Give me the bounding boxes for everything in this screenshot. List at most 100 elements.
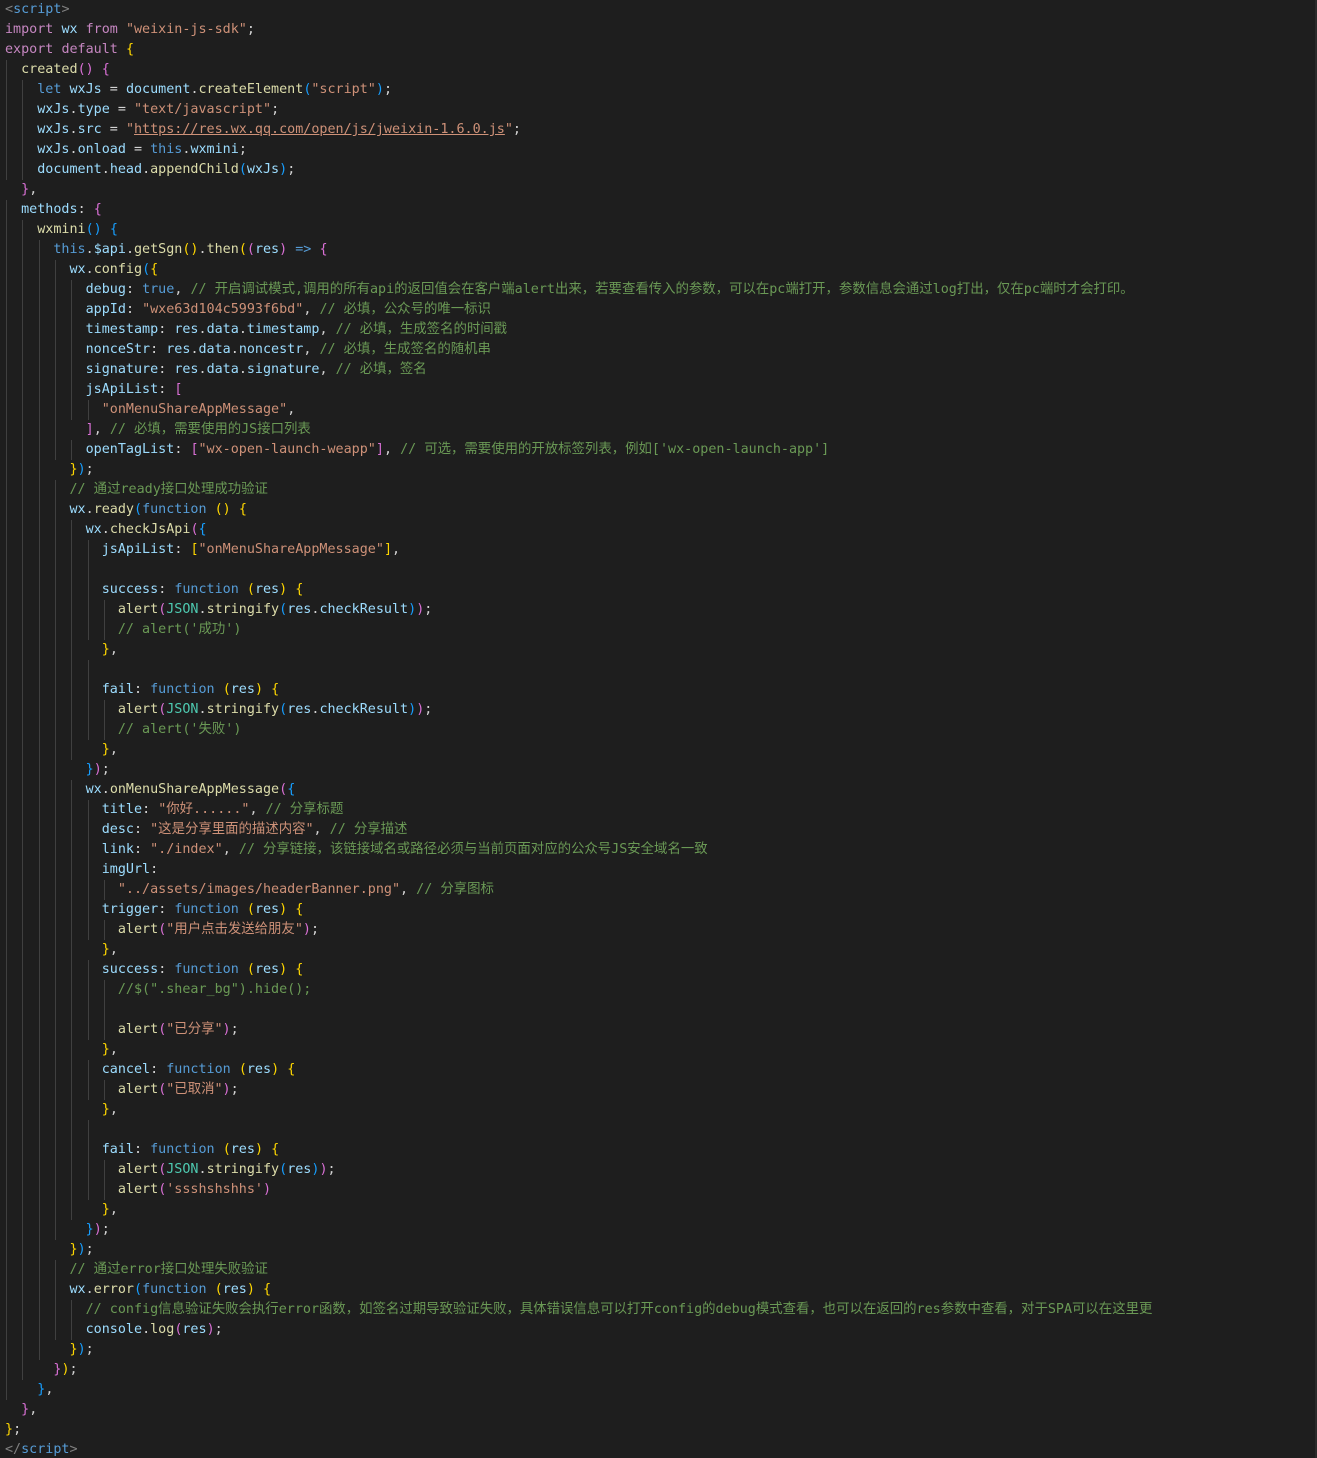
- code-line[interactable]: fail: function (res) {: [0, 680, 1317, 700]
- code-line[interactable]: //$(".shear_bg").hide();: [0, 980, 1317, 1000]
- code-line[interactable]: [0, 1000, 1317, 1020]
- indent-guide: [71, 320, 73, 340]
- indent-guide: [54, 1020, 56, 1040]
- code-line[interactable]: link: "./index", // 分享链接，该链接域名或路径必须与当前页面…: [0, 840, 1317, 860]
- code-line[interactable]: alert(JSON.stringify(res.checkResult));: [0, 700, 1317, 720]
- code-line[interactable]: },: [0, 640, 1317, 660]
- code-line[interactable]: wxJs.onload = this.wxmini;: [0, 140, 1317, 160]
- code-line[interactable]: "../assets/images/headerBanner.png", // …: [0, 880, 1317, 900]
- code-line[interactable]: // 通过error接口处理失败验证: [0, 1260, 1317, 1280]
- code-editor[interactable]: <script> import wx from "weixin-js-sdk"; e…: [0, 0, 1317, 1458]
- code-line[interactable]: },: [0, 940, 1317, 960]
- code-line[interactable]: this.$api.getSgn().then((res) => {: [0, 240, 1317, 260]
- code-token: res: [174, 322, 199, 337]
- code-line[interactable]: created() {: [0, 60, 1317, 80]
- code-line[interactable]: </script>: [0, 1440, 1317, 1458]
- code-line[interactable]: [0, 560, 1317, 580]
- code-token: ;: [230, 1022, 239, 1037]
- code-line[interactable]: fail: function (res) {: [0, 1140, 1317, 1160]
- code-line[interactable]: // alert('失败'): [0, 720, 1317, 740]
- code-line[interactable]: alert(JSON.stringify(res.checkResult));: [0, 600, 1317, 620]
- code-line[interactable]: },: [0, 1040, 1317, 1060]
- code-line[interactable]: jsApiList: [: [0, 380, 1317, 400]
- indent-guide: [22, 660, 24, 680]
- code-line[interactable]: // alert('成功'): [0, 620, 1317, 640]
- code-line[interactable]: });: [0, 1240, 1317, 1260]
- code-line[interactable]: methods: {: [0, 200, 1317, 220]
- code-line[interactable]: success: function (res) {: [0, 960, 1317, 980]
- code-line[interactable]: wx.config({: [0, 260, 1317, 280]
- indent-guide: [71, 340, 73, 360]
- code-line[interactable]: import wx from "weixin-js-sdk";: [0, 20, 1317, 40]
- code-token: stringify: [206, 702, 280, 717]
- code-token: :: [134, 1142, 151, 1157]
- code-line[interactable]: signature: res.data.signature, // 必填，签名: [0, 360, 1317, 380]
- code-line[interactable]: trigger: function (res) {: [0, 900, 1317, 920]
- code-line[interactable]: cancel: function (res) {: [0, 1060, 1317, 1080]
- code-line[interactable]: let wxJs = document.createElement("scrip…: [0, 80, 1317, 100]
- code-line[interactable]: // 通过ready接口处理成功验证: [0, 480, 1317, 500]
- code-line[interactable]: wx.error(function (res) {: [0, 1280, 1317, 1300]
- code-line[interactable]: export default {: [0, 40, 1317, 60]
- code-line[interactable]: },: [0, 740, 1317, 760]
- code-line[interactable]: console.log(res);: [0, 1320, 1317, 1340]
- code-line[interactable]: wxJs.type = "text/javascript";: [0, 100, 1317, 120]
- code-line[interactable]: alert("已分享");: [0, 1020, 1317, 1040]
- indent-guide: [103, 620, 105, 640]
- code-line[interactable]: },: [0, 180, 1317, 200]
- code-token: .: [198, 242, 207, 257]
- code-line[interactable]: },: [0, 1380, 1317, 1400]
- code-token: success: [101, 582, 159, 597]
- code-line[interactable]: },: [0, 1200, 1317, 1220]
- code-line[interactable]: openTagList: ["wx-open-launch-weapp"], /…: [0, 440, 1317, 460]
- code-line[interactable]: success: function (res) {: [0, 580, 1317, 600]
- code-line[interactable]: };: [0, 1420, 1317, 1440]
- code-line[interactable]: [0, 1120, 1317, 1140]
- code-token: res: [254, 582, 280, 597]
- code-line[interactable]: wx.onMenuShareAppMessage({: [0, 780, 1317, 800]
- code-line[interactable]: });: [0, 1340, 1317, 1360]
- code-line[interactable]: timestamp: res.data.timestamp, // 必填，生成签…: [0, 320, 1317, 340]
- code-line[interactable]: [0, 660, 1317, 680]
- code-line[interactable]: });: [0, 760, 1317, 780]
- indent-guide: [71, 800, 73, 820]
- code-line[interactable]: "onMenuShareAppMessage",: [0, 400, 1317, 420]
- code-token: (): [182, 242, 199, 257]
- code-token: :: [158, 322, 175, 337]
- code-line[interactable]: alert('ssshshshhs'): [0, 1180, 1317, 1200]
- code-line[interactable]: wx.ready(function () {: [0, 500, 1317, 520]
- code-line[interactable]: title: "你好......", // 分享标题: [0, 800, 1317, 820]
- indent-guide: [38, 1280, 40, 1300]
- code-line[interactable]: appId: "wxe63d104c5993f6bd", // 必填，公众号的唯…: [0, 300, 1317, 320]
- code-line[interactable]: alert(JSON.stringify(res));: [0, 1160, 1317, 1180]
- code-line[interactable]: },: [0, 1100, 1317, 1120]
- code-token: type: [77, 102, 110, 117]
- code-line[interactable]: debug: true, // 开启调试模式,调用的所有api的返回值会在客户端…: [0, 280, 1317, 300]
- code-line[interactable]: document.head.appendChild(wxJs);: [0, 160, 1317, 180]
- code-token: {: [238, 502, 247, 517]
- indent-guide: [6, 760, 7, 780]
- code-line[interactable]: <script>: [0, 0, 1317, 20]
- code-line[interactable]: imgUrl:: [0, 860, 1317, 880]
- code-line[interactable]: wx.checkJsApi({: [0, 520, 1317, 540]
- code-line[interactable]: nonceStr: res.data.noncestr, // 必填，生成签名的…: [0, 340, 1317, 360]
- code-token: checkResult: [319, 602, 409, 617]
- code-line[interactable]: wxmini() {: [0, 220, 1317, 240]
- code-line[interactable]: });: [0, 1220, 1317, 1240]
- code-line[interactable]: jsApiList: ["onMenuShareAppMessage"],: [0, 540, 1317, 560]
- code-line[interactable]: });: [0, 1360, 1317, 1380]
- code-line[interactable]: });: [0, 460, 1317, 480]
- code-token: https://res.wx.qq.com/open/js/jweixin-1.…: [134, 122, 505, 137]
- code-line[interactable]: alert("用户点击发送给朋友");: [0, 920, 1317, 940]
- code-line[interactable]: wxJs.src = "https://res.wx.qq.com/open/j…: [0, 120, 1317, 140]
- code-line[interactable]: desc: "这是分享里面的描述内容", // 分享描述: [0, 820, 1317, 840]
- indent-guide: [38, 900, 40, 920]
- code-token: wxmini: [37, 222, 86, 237]
- code-line[interactable]: // config信息验证失败会执行error函数，如签名过期导致验证失败，具体…: [0, 1300, 1317, 1320]
- indent-guide: [38, 520, 40, 540]
- code-line[interactable]: },: [0, 1400, 1317, 1420]
- code-line[interactable]: alert("已取消");: [0, 1080, 1317, 1100]
- code-line[interactable]: ], // 必填，需要使用的JS接口列表: [0, 420, 1317, 440]
- code-token: "你好......": [158, 802, 250, 817]
